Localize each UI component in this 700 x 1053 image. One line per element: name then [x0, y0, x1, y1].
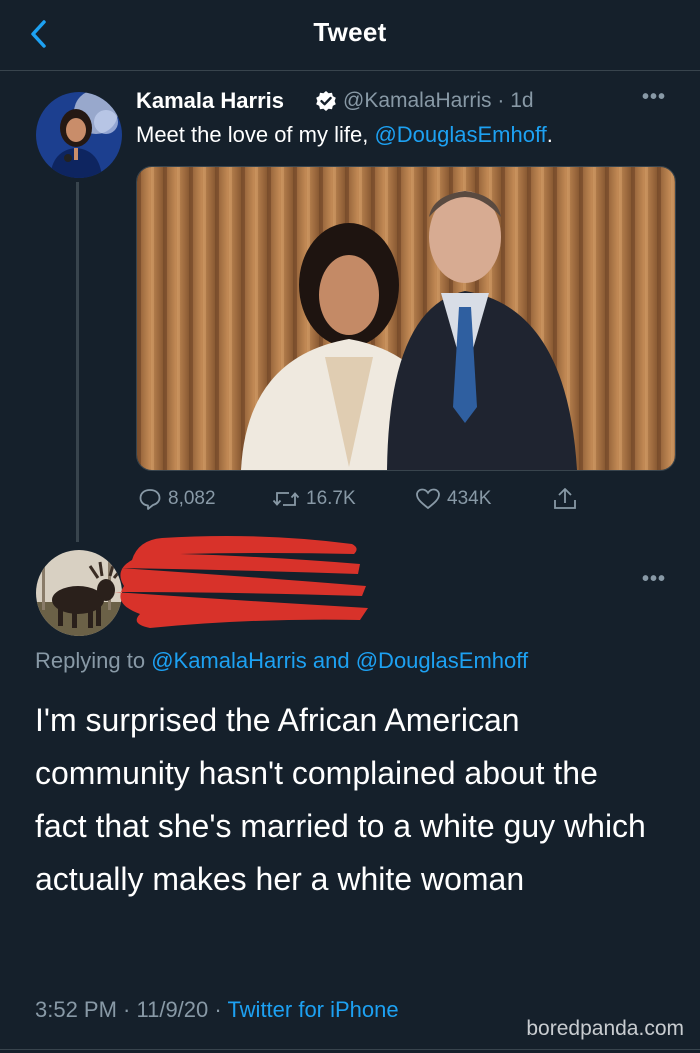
- reply-more-options-icon[interactable]: •••: [642, 568, 666, 591]
- replying-mention-2[interactable]: @DouglasEmhoff: [356, 648, 528, 673]
- redaction-scribble: [110, 534, 370, 632]
- author-avatar[interactable]: [36, 92, 122, 178]
- reply-icon: [139, 489, 161, 510]
- thread-connector: [76, 182, 79, 542]
- reply-text: I'm surprised the African American commu…: [35, 702, 646, 897]
- retweet-button[interactable]: 16.7K: [272, 484, 356, 514]
- reply-timestamp-line: 3:52 PM · 11/9/20 · Twitter for iPhone: [35, 997, 399, 1022]
- mention-link[interactable]: @DouglasEmhoff: [374, 122, 546, 147]
- retweet-count: 16.7K: [306, 488, 356, 509]
- share-button[interactable]: [552, 484, 584, 514]
- tweet-photo[interactable]: [136, 166, 676, 471]
- replying-to-line: Replying to @KamalaHarris and @DouglasEm…: [35, 648, 529, 673]
- source-link[interactable]: Twitter for iPhone: [227, 997, 398, 1022]
- replying-and: and: [306, 648, 356, 673]
- share-icon: [554, 488, 576, 509]
- verified-badge-icon: [315, 90, 337, 112]
- watermark: boredpanda.com: [526, 1017, 684, 1040]
- reply-time: 3:52 PM: [35, 997, 117, 1022]
- author-handle-time: @KamalaHarris · 1d: [343, 89, 534, 113]
- heart-icon: [416, 488, 440, 510]
- page-title: Tweet: [313, 17, 387, 47]
- separator-dot: ·: [497, 89, 505, 112]
- reply-button[interactable]: 8,082: [138, 484, 216, 514]
- author-handle[interactable]: @KamalaHarris: [343, 89, 492, 112]
- retweet-icon: [272, 492, 300, 506]
- replying-mention-1[interactable]: @KamalaHarris: [151, 648, 307, 673]
- reply-count: 8,082: [168, 488, 216, 509]
- tweet-age[interactable]: 1d: [510, 89, 533, 112]
- reply-date: 11/9/20: [136, 997, 209, 1022]
- like-button[interactable]: 434K: [415, 484, 491, 514]
- more-options-icon[interactable]: •••: [642, 86, 666, 109]
- author-name[interactable]: Kamala Harris: [136, 88, 284, 114]
- tweet-text: Meet the love of my life, @DouglasEmhoff…: [136, 122, 553, 147]
- top-bar: Tweet: [0, 0, 700, 71]
- like-count: 434K: [447, 488, 492, 509]
- bottom-divider: [0, 1049, 700, 1050]
